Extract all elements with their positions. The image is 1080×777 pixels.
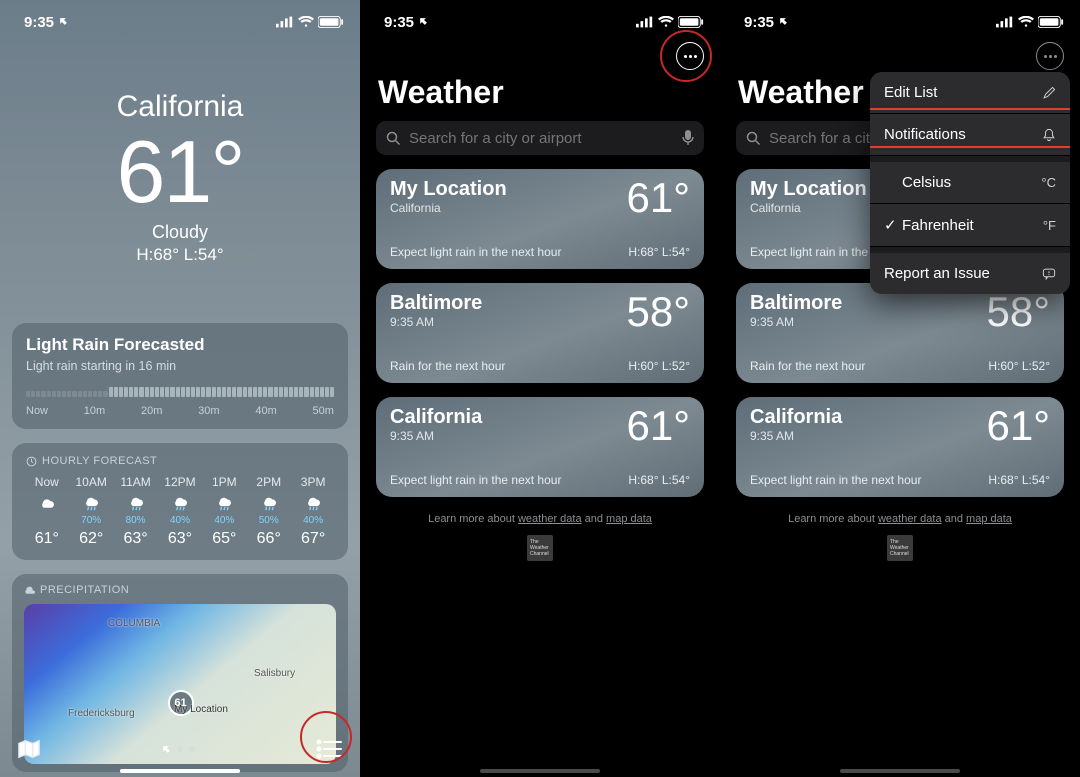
city-card[interactable]: Baltimore9:35 AM58°Rain for the next hou… (736, 283, 1064, 383)
search-field[interactable] (376, 121, 704, 155)
mic-icon[interactable] (682, 130, 694, 146)
status-time: 9:35 (384, 14, 428, 31)
page-title: Weather (360, 70, 720, 121)
weather-list-pane: 9:35 Weather My LocationCalifornia61°Exp… (360, 0, 720, 777)
city-card[interactable]: California9:35 AM61°Expect light rain in… (736, 397, 1064, 497)
hourly-col[interactable]: Now 61° (26, 475, 68, 548)
condition: Cloudy (0, 222, 360, 243)
report-icon (1042, 267, 1056, 281)
hourly-col[interactable]: 12PM40%63° (159, 475, 201, 548)
city-card[interactable]: My LocationCalifornia61°Expect light rai… (376, 169, 704, 269)
menu-report-issue[interactable]: Report an Issue (870, 253, 1070, 294)
rain-minute-bar (26, 391, 334, 397)
footnote: Learn more about weather data and map da… (720, 513, 1080, 525)
battery-icon (318, 16, 344, 28)
home-indicator[interactable] (840, 769, 960, 773)
options-menu: Edit List Notifications Celsius°C ✓Fahre… (870, 72, 1070, 294)
rain-labels: Now10m20m30m40m50m (26, 405, 334, 417)
weather-list-menu-pane: 9:35 Weather My LocationCalifornia61°Exp… (720, 0, 1080, 777)
pencil-icon (1042, 86, 1056, 100)
weather-detail-pane: 9:35 California 61° Cloudy H:68° L:54° L… (0, 0, 360, 777)
map-icon[interactable] (18, 739, 40, 759)
hourly-col[interactable]: 2PM50%66° (248, 475, 290, 548)
status-right (996, 16, 1064, 28)
status-bar: 9:35 (360, 0, 720, 36)
status-time: 9:35 (744, 14, 788, 31)
hourly-head: HOURLY FORECAST (26, 455, 334, 467)
footnote: Learn more about weather data and map da… (360, 513, 720, 525)
city-card[interactable]: California9:35 AM61°Expect light rain in… (376, 397, 704, 497)
twc-logo: TheWeatherChannel (887, 535, 913, 561)
status-right (276, 16, 344, 28)
hourly-row[interactable]: Now 61°10AM70%62°11AM80%63°12PM40%63°1PM… (26, 475, 334, 548)
wifi-icon (298, 16, 314, 28)
status-right (636, 16, 704, 28)
hourly-card[interactable]: HOURLY FORECAST Now 61°10AM70%62°11AM80%… (12, 443, 348, 560)
menu-fahrenheit[interactable]: ✓Fahrenheit°F (870, 204, 1070, 247)
hourly-col[interactable]: 11AM80%63° (115, 475, 157, 548)
highlight-ring-more (660, 30, 712, 82)
home-indicator[interactable] (120, 769, 240, 773)
high-low: H:68° L:54° (0, 245, 360, 265)
wifi-icon (658, 16, 674, 28)
map-data-link[interactable]: map data (966, 513, 1012, 525)
hourly-col[interactable]: 1PM40%65° (204, 475, 246, 548)
map-pin-sub: My Location (174, 704, 228, 715)
current-temp: 61° (0, 128, 360, 216)
wifi-icon (1018, 16, 1034, 28)
highlight-ring-list (300, 711, 352, 763)
menu-celsius[interactable]: Celsius°C (870, 162, 1070, 204)
status-bar: 9:35 (720, 0, 1080, 36)
search-icon (746, 131, 761, 146)
map-data-link[interactable]: map data (606, 513, 652, 525)
more-button[interactable] (1036, 42, 1064, 70)
highlight-box-notifications (870, 108, 1070, 148)
search-icon (386, 131, 401, 146)
rain-sub: Light rain starting in 16 min (26, 359, 334, 373)
battery-icon (678, 16, 704, 28)
map-label-fred: Fredericksburg (68, 708, 135, 719)
battery-icon (1038, 16, 1064, 28)
hourly-col[interactable]: 10AM70%62° (70, 475, 112, 548)
home-indicator[interactable] (480, 769, 600, 773)
status-time: 9:35 (24, 14, 68, 31)
map-label-sal: Salisbury (254, 668, 295, 679)
map-label-columbia: COLUMBIA (108, 618, 160, 629)
weather-data-link[interactable]: weather data (878, 513, 942, 525)
cellular-icon (996, 16, 1014, 28)
cellular-icon (276, 16, 294, 28)
status-bar: 9:35 (0, 0, 360, 36)
search-input[interactable] (409, 130, 674, 147)
location-name: California (0, 90, 360, 124)
cellular-icon (636, 16, 654, 28)
city-card[interactable]: Baltimore9:35 AM58°Rain for the next hou… (376, 283, 704, 383)
hourly-col[interactable]: 3PM40%67° (292, 475, 334, 548)
rain-title: Light Rain Forecasted (26, 335, 334, 355)
rain-forecast-card[interactable]: Light Rain Forecasted Light rain startin… (12, 323, 348, 429)
weather-data-link[interactable]: weather data (518, 513, 582, 525)
twc-logo: TheWeatherChannel (527, 535, 553, 561)
precip-head: PRECIPITATION (24, 584, 336, 596)
page-dots[interactable] (161, 744, 195, 754)
